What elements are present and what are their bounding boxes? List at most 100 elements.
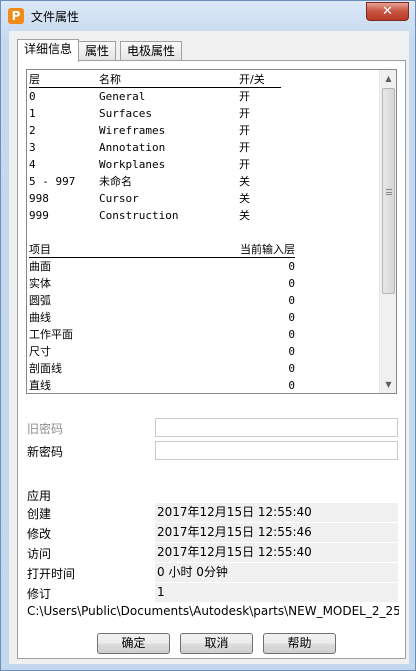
- layer-state: 开: [239, 90, 250, 103]
- item-name: 工作平面: [29, 328, 73, 341]
- created-value: 2017年12月15日 12:55:40: [155, 503, 398, 522]
- scroll-down-icon[interactable]: ▼: [380, 376, 396, 393]
- layer-name: Surfaces: [99, 107, 152, 120]
- tab-details[interactable]: 详细信息: [17, 39, 80, 62]
- layer-row: 3 Annotation 开: [29, 139, 379, 156]
- layer-column-header: 层: [29, 73, 40, 86]
- layer-info-content: 层 名称 开/关 0 General 开 1 Surfaces 开 2 Wireframe…: [29, 71, 379, 393]
- layer-number: 998: [29, 192, 49, 205]
- layer-number: 3: [29, 141, 36, 154]
- modified-value: 2017年12月15日 12:55:46: [155, 523, 398, 542]
- scroll-up-icon[interactable]: ▲: [380, 70, 396, 87]
- item-name: 直线: [29, 379, 51, 392]
- item-row: 曲面 0: [29, 258, 379, 275]
- layer-state: 开: [239, 141, 250, 154]
- items-header-row: 项目 当前输入层: [29, 241, 379, 258]
- layer-number: 4: [29, 158, 36, 171]
- layer-number: 0: [29, 90, 36, 103]
- modified-label: 修改: [27, 527, 52, 541]
- item-row: 工作平面 0: [29, 326, 379, 343]
- app-logo-icon: P: [8, 8, 24, 24]
- item-layer: 0: [288, 311, 295, 324]
- item-layer: 0: [288, 328, 295, 341]
- new-password-label: 新密码: [27, 445, 64, 459]
- layer-name: Construction: [99, 209, 179, 222]
- layer-row: 2 Wireframes 开: [29, 122, 379, 139]
- item-column-header: 项目: [29, 243, 51, 256]
- layer-row: 1 Surfaces 开: [29, 105, 379, 122]
- layer-number: 2: [29, 124, 36, 137]
- layers-header-row: 层 名称 开/关: [29, 71, 379, 88]
- cancel-button[interactable]: 取消: [180, 633, 253, 654]
- layer-info-listbox[interactable]: 层 名称 开/关 0 General 开 1 Surfaces 开 2 Wireframe…: [26, 69, 397, 394]
- layer-row: 0 General 开: [29, 88, 379, 105]
- layer-row: 998 Cursor 关: [29, 190, 379, 207]
- window-title: 文件属性: [31, 10, 80, 24]
- grip-icon: [386, 189, 392, 195]
- item-name: 曲线: [29, 311, 51, 324]
- layer-name: General: [99, 90, 146, 103]
- open-time-value: 0 小时 0分钟: [155, 563, 398, 582]
- layer-state: 开: [239, 158, 250, 171]
- item-name: 实体: [29, 277, 51, 290]
- item-row: 曲线 0: [29, 309, 379, 326]
- layer-state: 开: [239, 124, 250, 137]
- item-row: 圆弧 0: [29, 292, 379, 309]
- layer-name: Workplanes: [99, 158, 166, 171]
- item-row: 剖面线 0: [29, 360, 379, 377]
- item-layer: 0: [288, 260, 295, 273]
- item-row: 尺寸 0: [29, 343, 379, 360]
- item-layer: 0: [288, 277, 295, 290]
- item-row: 直线 0: [29, 377, 379, 393]
- accessed-value: 2017年12月15日 12:55:40: [155, 543, 398, 562]
- help-button[interactable]: 帮助: [263, 633, 336, 654]
- revision-value: 1: [155, 583, 398, 602]
- item-name: 圆弧: [29, 294, 51, 307]
- vertical-scrollbar[interactable]: ▲ ▼: [379, 70, 396, 393]
- layer-row: 999 Construction 关: [29, 207, 379, 224]
- old-password-field[interactable]: [155, 418, 398, 437]
- old-password-label: 旧密码: [27, 422, 64, 436]
- new-password-field[interactable]: [155, 441, 398, 460]
- layer-number: 999: [29, 209, 49, 222]
- item-row: 实体 0: [29, 275, 379, 292]
- scrollbar-thumb[interactable]: [382, 88, 395, 294]
- layer-row: 5 - 997 未命名 关: [29, 173, 379, 190]
- layer-state: 关: [239, 175, 250, 188]
- item-name: 曲面: [29, 260, 51, 273]
- layer-name: Annotation: [99, 141, 166, 154]
- file-properties-window: P 文件属性 ✕ 详细信息 属性 电极属性 层 名称 开/关 0 General 开…: [0, 0, 416, 671]
- title-bar[interactable]: P 文件属性 ✕: [1, 1, 415, 31]
- application-label: 应用: [27, 489, 52, 503]
- item-layer: 0: [288, 379, 295, 392]
- created-label: 创建: [27, 507, 52, 521]
- ok-button[interactable]: 确定: [97, 633, 170, 654]
- spacer-row: [29, 224, 379, 241]
- tab-electrode-properties[interactable]: 电极属性: [120, 41, 183, 61]
- close-button[interactable]: ✕: [366, 2, 409, 21]
- details-panel: 层 名称 开/关 0 General 开 1 Surfaces 开 2 Wireframe…: [17, 60, 406, 659]
- item-layer: 0: [288, 362, 295, 375]
- name-column-header: 名称: [99, 73, 121, 86]
- current-layer-column-header: 当前输入层: [240, 243, 295, 256]
- layer-state: 开: [239, 107, 250, 120]
- layer-name: Cursor: [99, 192, 139, 205]
- layer-state: 关: [239, 209, 250, 222]
- revision-label: 修订: [27, 587, 52, 601]
- item-name: 剖面线: [29, 362, 62, 375]
- item-layer: 0: [288, 345, 295, 358]
- file-path: C:\Users\Public\Documents\Autodesk\parts…: [27, 604, 399, 618]
- accessed-label: 访问: [27, 547, 52, 561]
- layer-name: Wireframes: [99, 124, 166, 137]
- onoff-column-header: 开/关: [239, 73, 265, 86]
- tab-properties[interactable]: 属性: [78, 41, 117, 61]
- item-name: 尺寸: [29, 345, 51, 358]
- layer-row: 4 Workplanes 开: [29, 156, 379, 173]
- layer-number: 5 - 997: [29, 175, 76, 188]
- item-layer: 0: [288, 294, 295, 307]
- layer-number: 1: [29, 107, 36, 120]
- dialog-body: 详细信息 属性 电极属性 层 名称 开/关 0 General 开 1 Surface…: [9, 31, 409, 664]
- open-time-label: 打开时间: [27, 567, 76, 581]
- layer-state: 关: [239, 192, 250, 205]
- layer-name: 未命名: [99, 175, 132, 188]
